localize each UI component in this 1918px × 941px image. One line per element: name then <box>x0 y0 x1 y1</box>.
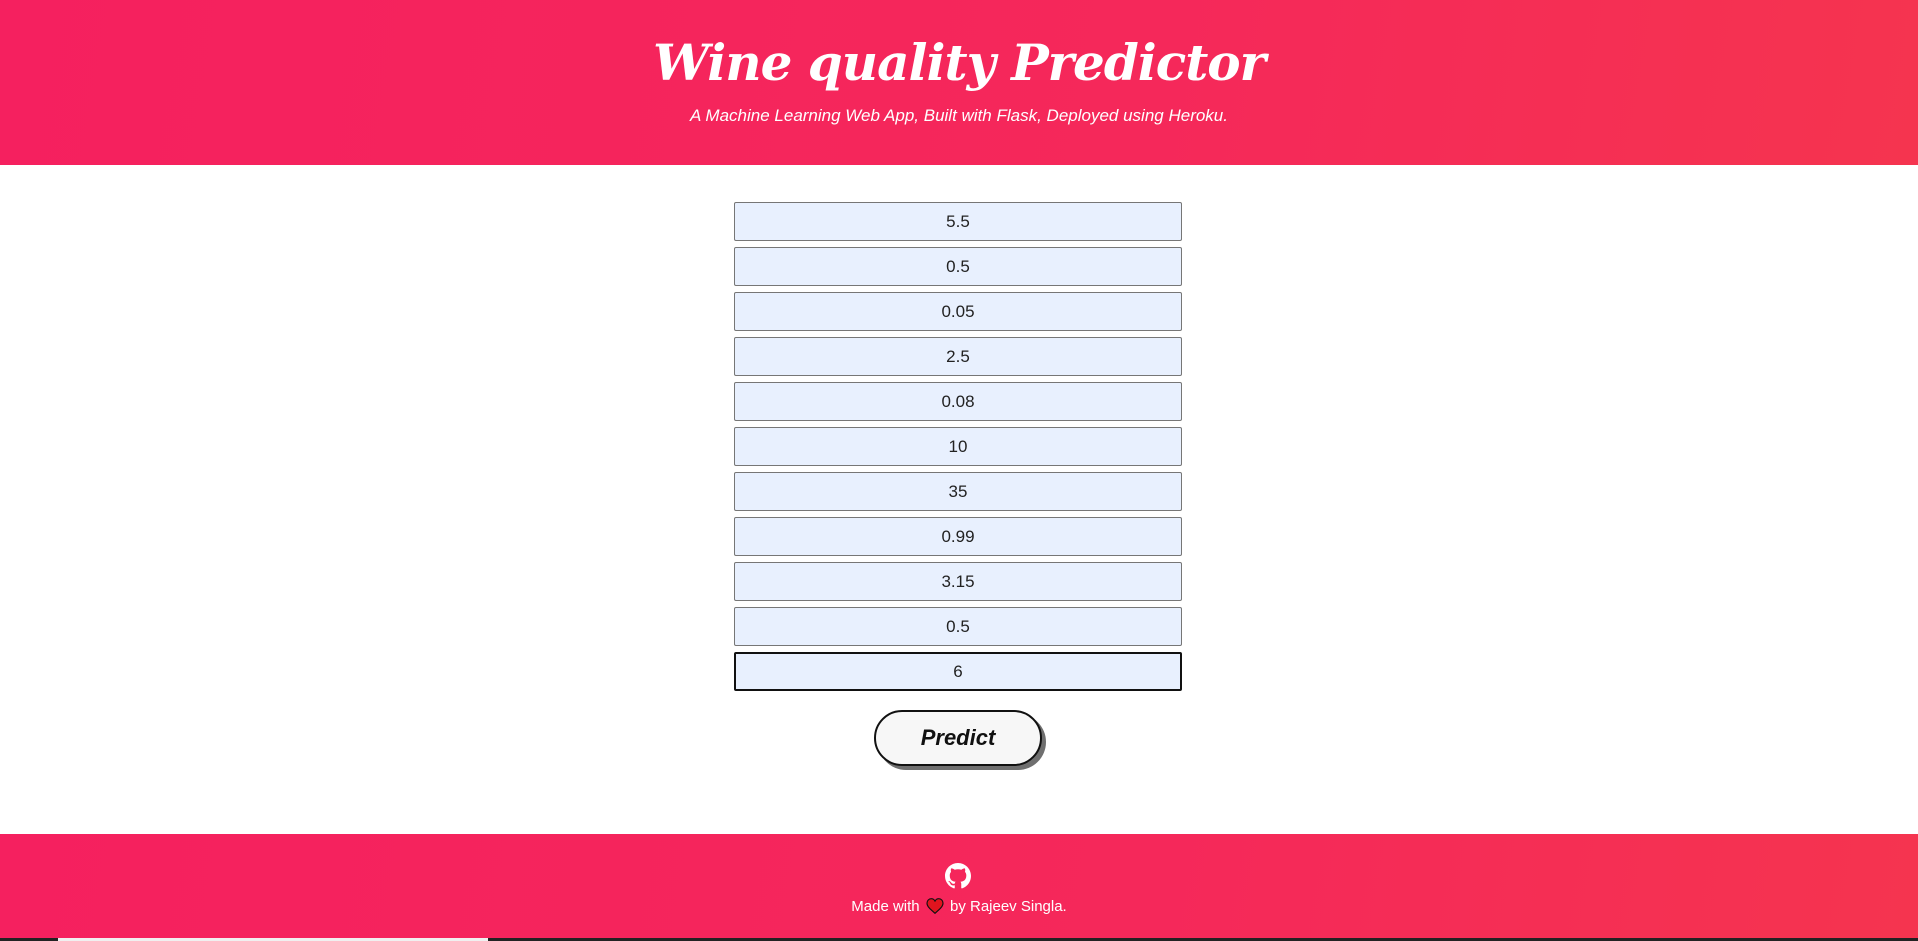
feature-input-8[interactable] <box>734 517 1182 556</box>
page-subtitle: A Machine Learning Web App, Built with F… <box>690 106 1228 125</box>
feature-input-10[interactable] <box>734 607 1182 646</box>
feature-input-7[interactable] <box>734 472 1182 511</box>
made-with-text: Made with <box>851 898 920 915</box>
page-footer: Made with by Rajeev Singla. <box>0 834 1918 941</box>
page-title: Wine quality Predictor <box>652 33 1266 92</box>
feature-input-1[interactable] <box>734 202 1182 241</box>
feature-input-4[interactable] <box>734 337 1182 376</box>
github-icon[interactable] <box>945 863 971 889</box>
feature-input-5[interactable] <box>734 382 1182 421</box>
author-text: by Rajeev Singla. <box>949 898 1067 915</box>
feature-input-9[interactable] <box>734 562 1182 601</box>
feature-input-6[interactable] <box>734 427 1182 466</box>
page-header: Wine quality Predictor A Machine Learnin… <box>0 0 1918 165</box>
footer-credit: Made with by Rajeev Singla. <box>0 898 1918 915</box>
prediction-form <box>734 202 1182 697</box>
feature-input-2[interactable] <box>734 247 1182 286</box>
heart-icon <box>926 898 944 914</box>
predict-button[interactable]: Predict <box>874 710 1042 766</box>
feature-input-11[interactable] <box>734 652 1182 691</box>
feature-input-3[interactable] <box>734 292 1182 331</box>
